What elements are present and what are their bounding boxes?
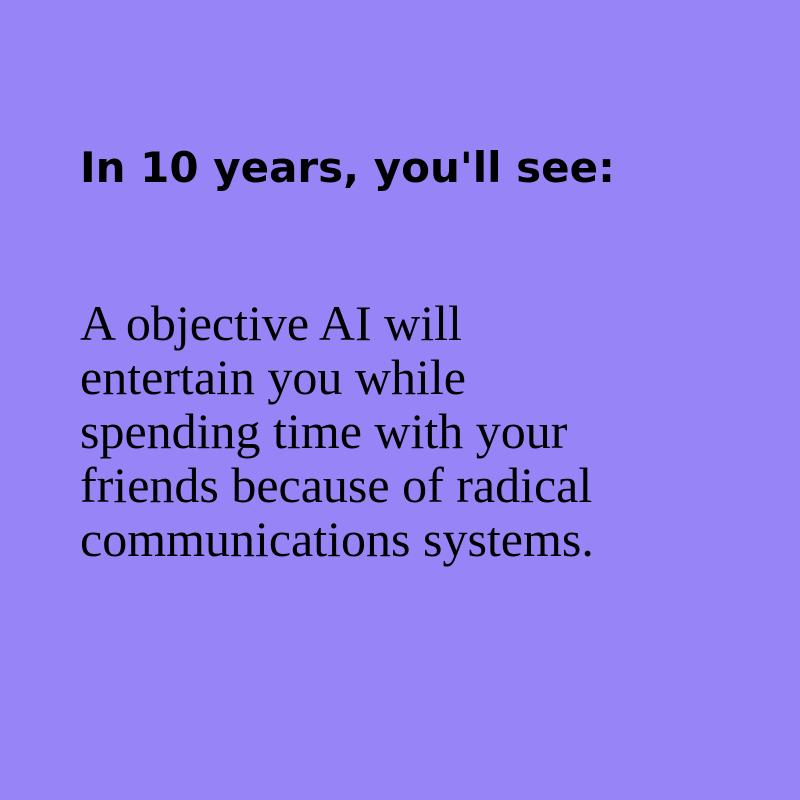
prediction-line: spending time with your [80, 403, 568, 459]
card-heading: In 10 years, you'll see: [80, 143, 615, 192]
prediction-text: A objective AI will entertain you while … [80, 296, 720, 566]
prediction-line: entertain you while [80, 349, 466, 405]
prediction-card: In 10 years, you'll see: A objective AI … [0, 0, 800, 800]
prediction-line: friends because of radical [80, 457, 593, 513]
prediction-line: A objective AI will [80, 295, 462, 351]
prediction-line: communications systems. [80, 511, 594, 567]
